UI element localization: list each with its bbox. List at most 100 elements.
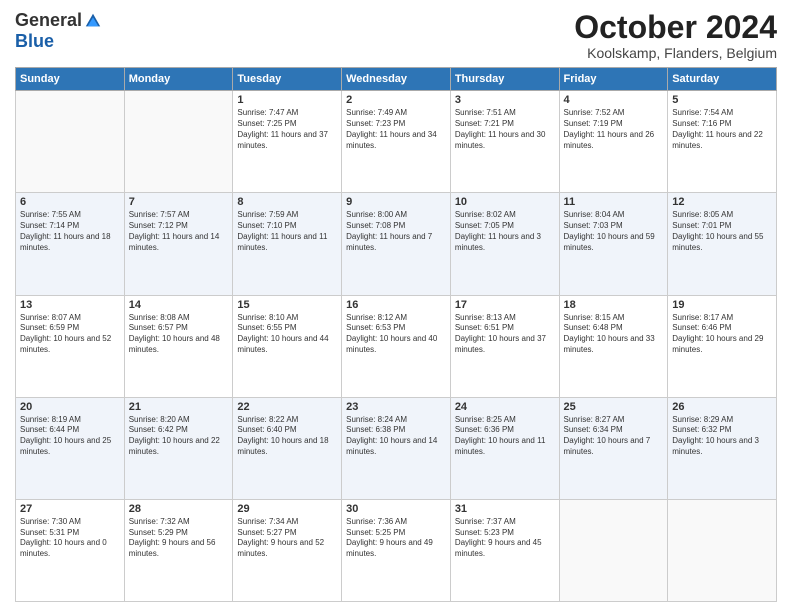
calendar-cell: 12 Sunrise: 8:05 AM Sunset: 7:01 PM Dayli… [668, 193, 777, 295]
calendar-cell: 19 Sunrise: 8:17 AM Sunset: 6:46 PM Dayli… [668, 295, 777, 397]
day-number: 28 [129, 503, 229, 515]
title-block: October 2024 Koolskamp, Flanders, Belgiu… [574, 10, 777, 61]
day-detail: Sunrise: 7:34 AM Sunset: 5:27 PM Dayligh… [237, 517, 337, 560]
day-detail: Sunrise: 8:15 AM Sunset: 6:48 PM Dayligh… [564, 313, 664, 356]
month-title: October 2024 [574, 10, 777, 45]
calendar-cell: 8 Sunrise: 7:59 AM Sunset: 7:10 PM Daylig… [233, 193, 342, 295]
day-detail: Sunrise: 7:49 AM Sunset: 7:23 PM Dayligh… [346, 108, 446, 151]
calendar-cell [559, 499, 668, 601]
calendar-cell: 6Sunrise: 7:55 AM Sunset: 7:14 PM Daylig… [16, 193, 125, 295]
day-detail: Sunrise: 7:57 AM Sunset: 7:12 PM Dayligh… [129, 210, 229, 253]
calendar-cell: 3Sunrise: 7:51 AM Sunset: 7:21 PM Daylig… [450, 91, 559, 193]
day-detail: Sunrise: 8:00 AM Sunset: 7:08 PM Dayligh… [346, 210, 446, 253]
location: Koolskamp, Flanders, Belgium [574, 45, 777, 61]
day-number: 14 [129, 299, 229, 311]
day-detail: Sunrise: 8:08 AM Sunset: 6:57 PM Dayligh… [129, 313, 229, 356]
calendar-week-row: 13 Sunrise: 8:07 AM Sunset: 6:59 PM Dayli… [16, 295, 777, 397]
calendar-cell: 7 Sunrise: 7:57 AM Sunset: 7:12 PM Daylig… [124, 193, 233, 295]
calendar-week-row: 1Sunrise: 7:47 AM Sunset: 7:25 PM Daylig… [16, 91, 777, 193]
day-detail: Sunrise: 8:22 AM Sunset: 6:40 PM Dayligh… [237, 415, 337, 458]
calendar-cell [16, 91, 125, 193]
day-number: 13 [20, 299, 120, 311]
calendar-cell: 21 Sunrise: 8:20 AM Sunset: 6:42 PM Dayli… [124, 397, 233, 499]
calendar-cell [668, 499, 777, 601]
day-detail: Sunrise: 7:32 AM Sunset: 5:29 PM Dayligh… [129, 517, 229, 560]
header-day-monday: Monday [124, 68, 233, 91]
day-detail: Sunrise: 8:07 AM Sunset: 6:59 PM Dayligh… [20, 313, 120, 356]
day-number: 19 [672, 299, 772, 311]
day-number: 18 [564, 299, 664, 311]
day-number: 4 [564, 94, 664, 106]
calendar-week-row: 6Sunrise: 7:55 AM Sunset: 7:14 PM Daylig… [16, 193, 777, 295]
calendar-cell: 22 Sunrise: 8:22 AM Sunset: 6:40 PM Dayli… [233, 397, 342, 499]
day-number: 11 [564, 196, 664, 208]
day-number: 23 [346, 401, 446, 413]
day-detail: Sunrise: 7:59 AM Sunset: 7:10 PM Dayligh… [237, 210, 337, 253]
header-day-sunday: Sunday [16, 68, 125, 91]
day-number: 7 [129, 196, 229, 208]
calendar-week-row: 20 Sunrise: 8:19 AM Sunset: 6:44 PM Dayli… [16, 397, 777, 499]
calendar-table: SundayMondayTuesdayWednesdayThursdayFrid… [15, 67, 777, 602]
calendar-cell: 5 Sunrise: 7:54 AM Sunset: 7:16 PM Daylig… [668, 91, 777, 193]
calendar-cell: 16 Sunrise: 8:12 AM Sunset: 6:53 PM Dayli… [342, 295, 451, 397]
logo-general-text: General [15, 10, 82, 31]
day-detail: Sunrise: 7:54 AM Sunset: 7:16 PM Dayligh… [672, 108, 772, 151]
calendar-cell: 20 Sunrise: 8:19 AM Sunset: 6:44 PM Dayli… [16, 397, 125, 499]
calendar-cell: 23 Sunrise: 8:24 AM Sunset: 6:38 PM Dayli… [342, 397, 451, 499]
calendar-cell: 15 Sunrise: 8:10 AM Sunset: 6:55 PM Dayli… [233, 295, 342, 397]
logo-blue-text: Blue [15, 31, 54, 52]
calendar-cell: 2 Sunrise: 7:49 AM Sunset: 7:23 PM Daylig… [342, 91, 451, 193]
calendar-cell: 29Sunrise: 7:34 AM Sunset: 5:27 PM Dayli… [233, 499, 342, 601]
calendar-cell: 10Sunrise: 8:02 AM Sunset: 7:05 PM Dayli… [450, 193, 559, 295]
header-day-saturday: Saturday [668, 68, 777, 91]
day-detail: Sunrise: 8:20 AM Sunset: 6:42 PM Dayligh… [129, 415, 229, 458]
header: General Blue October 2024 Koolskamp, Fla… [15, 10, 777, 61]
day-detail: Sunrise: 8:19 AM Sunset: 6:44 PM Dayligh… [20, 415, 120, 458]
day-number: 15 [237, 299, 337, 311]
calendar-cell: 13 Sunrise: 8:07 AM Sunset: 6:59 PM Dayli… [16, 295, 125, 397]
day-detail: Sunrise: 8:10 AM Sunset: 6:55 PM Dayligh… [237, 313, 337, 356]
day-detail: Sunrise: 7:47 AM Sunset: 7:25 PM Dayligh… [237, 108, 337, 151]
calendar-cell [124, 91, 233, 193]
day-number: 5 [672, 94, 772, 106]
day-number: 21 [129, 401, 229, 413]
calendar-cell: 1Sunrise: 7:47 AM Sunset: 7:25 PM Daylig… [233, 91, 342, 193]
day-number: 22 [237, 401, 337, 413]
day-detail: Sunrise: 8:27 AM Sunset: 6:34 PM Dayligh… [564, 415, 664, 458]
day-detail: Sunrise: 8:13 AM Sunset: 6:51 PM Dayligh… [455, 313, 555, 356]
day-number: 20 [20, 401, 120, 413]
header-day-wednesday: Wednesday [342, 68, 451, 91]
day-number: 6 [20, 196, 120, 208]
day-number: 8 [237, 196, 337, 208]
header-day-friday: Friday [559, 68, 668, 91]
day-detail: Sunrise: 8:05 AM Sunset: 7:01 PM Dayligh… [672, 210, 772, 253]
day-number: 25 [564, 401, 664, 413]
day-number: 31 [455, 503, 555, 515]
day-number: 24 [455, 401, 555, 413]
day-detail: Sunrise: 8:17 AM Sunset: 6:46 PM Dayligh… [672, 313, 772, 356]
calendar-cell: 25 Sunrise: 8:27 AM Sunset: 6:34 PM Dayli… [559, 397, 668, 499]
calendar-cell: 18 Sunrise: 8:15 AM Sunset: 6:48 PM Dayli… [559, 295, 668, 397]
calendar-cell: 11Sunrise: 8:04 AM Sunset: 7:03 PM Dayli… [559, 193, 668, 295]
day-number: 16 [346, 299, 446, 311]
day-number: 17 [455, 299, 555, 311]
day-detail: Sunrise: 7:37 AM Sunset: 5:23 PM Dayligh… [455, 517, 555, 560]
calendar-cell: 9Sunrise: 8:00 AM Sunset: 7:08 PM Daylig… [342, 193, 451, 295]
day-number: 27 [20, 503, 120, 515]
calendar-cell: 17 Sunrise: 8:13 AM Sunset: 6:51 PM Dayli… [450, 295, 559, 397]
day-number: 26 [672, 401, 772, 413]
day-detail: Sunrise: 8:24 AM Sunset: 6:38 PM Dayligh… [346, 415, 446, 458]
header-day-thursday: Thursday [450, 68, 559, 91]
calendar-cell: 14 Sunrise: 8:08 AM Sunset: 6:57 PM Dayli… [124, 295, 233, 397]
calendar-header-row: SundayMondayTuesdayWednesdayThursdayFrid… [16, 68, 777, 91]
calendar-cell: 24Sunrise: 8:25 AM Sunset: 6:36 PM Dayli… [450, 397, 559, 499]
day-number: 30 [346, 503, 446, 515]
day-detail: Sunrise: 7:30 AM Sunset: 5:31 PM Dayligh… [20, 517, 120, 560]
calendar-cell: 27 Sunrise: 7:30 AM Sunset: 5:31 PM Dayli… [16, 499, 125, 601]
day-detail: Sunrise: 8:12 AM Sunset: 6:53 PM Dayligh… [346, 313, 446, 356]
day-number: 12 [672, 196, 772, 208]
day-detail: Sunrise: 8:02 AM Sunset: 7:05 PM Dayligh… [455, 210, 555, 253]
header-day-tuesday: Tuesday [233, 68, 342, 91]
day-number: 2 [346, 94, 446, 106]
day-detail: Sunrise: 8:29 AM Sunset: 6:32 PM Dayligh… [672, 415, 772, 458]
